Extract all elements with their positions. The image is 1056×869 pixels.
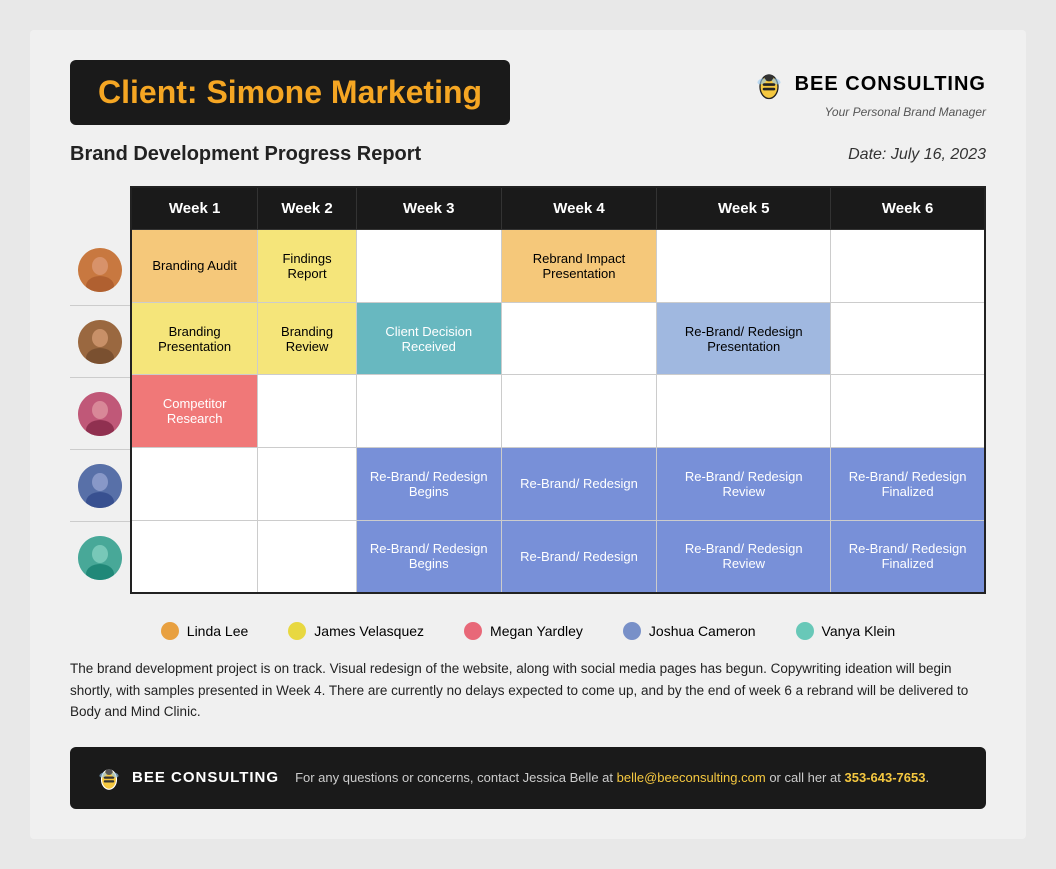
footer-contact-text: For any questions or concerns, contact J… [295, 770, 929, 785]
col-week3: Week 3 [356, 187, 501, 230]
legend-item-3: Megan Yardley [464, 622, 583, 640]
date-label: Date: July 16, 2023 [848, 146, 986, 164]
avatar-cell-1 [70, 234, 130, 306]
legend-dot-2 [288, 622, 306, 640]
description: The brand development project is on trac… [70, 658, 986, 723]
col-week5: Week 5 [657, 187, 831, 230]
cell-r5c4: Re-Brand/ Redesign [501, 520, 657, 593]
table-row: Competitor Research [131, 375, 985, 448]
legend-row: Linda Lee James Velasquez Megan Yardley … [70, 622, 986, 640]
avatar-4 [78, 464, 122, 508]
cell-r1c2: Findings Report [258, 230, 357, 303]
cell-r2c6 [831, 302, 985, 375]
avatar-cell-5 [70, 522, 130, 594]
footer-brand-name: BEE CONSULTING [132, 769, 279, 786]
cell-r3c3 [356, 375, 501, 448]
table-row: Re-Brand/ Redesign Begins Re-Brand/ Rede… [131, 448, 985, 521]
footer-phone: 353-643-7653 [844, 770, 925, 785]
brand-logo: BEE CONSULTING Your Personal Brand Manag… [751, 67, 986, 119]
client-prefix: Client: [98, 74, 198, 110]
cell-r3c2 [258, 375, 357, 448]
cell-r3c6 [831, 375, 985, 448]
cell-r1c4: Rebrand Impact Presentation [501, 230, 657, 303]
legend-item-1: Linda Lee [161, 622, 249, 640]
cell-r5c1 [131, 520, 258, 593]
legend-dot-3 [464, 622, 482, 640]
cell-r2c5: Re-Brand/ Redesign Presentation [657, 302, 831, 375]
cell-r4c6: Re-Brand/ Redesign Finalized [831, 448, 985, 521]
table-row: Branding Presentation Branding Review Cl… [131, 302, 985, 375]
client-name: Simone Marketing [206, 74, 482, 110]
cell-r1c3 [356, 230, 501, 303]
report-subtitle: Brand Development Progress Report [70, 143, 421, 166]
table-row: Re-Brand/ Redesign Begins Re-Brand/ Rede… [131, 520, 985, 593]
header-row: Client: Simone Marketing BEE CONSULTING … [70, 60, 986, 125]
cell-r4c1 [131, 448, 258, 521]
cell-r4c3: Re-Brand/ Redesign Begins [356, 448, 501, 521]
schedule-table: Week 1 Week 2 Week 3 Week 4 Week 5 Week … [130, 186, 986, 594]
legend-item-4: Joshua Cameron [623, 622, 756, 640]
cell-r2c1: Branding Presentation [131, 302, 258, 375]
client-title: Client: Simone Marketing [70, 60, 510, 125]
table-section: Week 1 Week 2 Week 3 Week 4 Week 5 Week … [70, 186, 986, 594]
footer: BEE CONSULTING For any questions or conc… [70, 747, 986, 809]
legend-name-3: Megan Yardley [490, 623, 583, 639]
avatar-5 [78, 536, 122, 580]
table-header-row: Week 1 Week 2 Week 3 Week 4 Week 5 Week … [131, 187, 985, 230]
brand-logo-inner: BEE CONSULTING [751, 67, 986, 103]
footer-email[interactable]: belle@beeconsulting.com [617, 770, 766, 785]
legend-name-1: Linda Lee [187, 623, 249, 639]
footer-bee-icon [94, 763, 124, 793]
cell-r3c5 [657, 375, 831, 448]
avatar-spacer [70, 186, 130, 234]
legend-name-2: James Velasquez [314, 623, 424, 639]
col-week2: Week 2 [258, 187, 357, 230]
cell-r4c5: Re-Brand/ Redesign Review [657, 448, 831, 521]
col-week6: Week 6 [831, 187, 985, 230]
legend-item-5: Vanya Klein [796, 622, 896, 640]
avatar-cell-3 [70, 378, 130, 450]
brand-tagline: Your Personal Brand Manager [825, 105, 986, 119]
brand-name: BEE CONSULTING [795, 73, 986, 96]
cell-r2c4 [501, 302, 657, 375]
table-row: Branding Audit Findings Report Rebrand I… [131, 230, 985, 303]
avatar-cell-2 [70, 306, 130, 378]
avatar-2 [78, 320, 122, 364]
cell-r5c6: Re-Brand/ Redesign Finalized [831, 520, 985, 593]
cell-r2c3: Client Decision Received [356, 302, 501, 375]
footer-logo: BEE CONSULTING [94, 763, 279, 793]
cell-r1c5 [657, 230, 831, 303]
legend-name-5: Vanya Klein [822, 623, 896, 639]
cell-r4c2 [258, 448, 357, 521]
cell-r5c3: Re-Brand/ Redesign Begins [356, 520, 501, 593]
cell-r1c6 [831, 230, 985, 303]
cell-r1c1: Branding Audit [131, 230, 258, 303]
legend-dot-1 [161, 622, 179, 640]
col-week1: Week 1 [131, 187, 258, 230]
cell-r5c5: Re-Brand/ Redesign Review [657, 520, 831, 593]
cell-r4c4: Re-Brand/ Redesign [501, 448, 657, 521]
subtitle-row: Brand Development Progress Report Date: … [70, 143, 986, 166]
legend-dot-4 [623, 622, 641, 640]
cell-r5c2 [258, 520, 357, 593]
legend-item-2: James Velasquez [288, 622, 424, 640]
avatar-column [70, 186, 130, 594]
page: Client: Simone Marketing BEE CONSULTING … [30, 30, 1026, 839]
bee-icon [751, 67, 787, 103]
legend-name-4: Joshua Cameron [649, 623, 756, 639]
cell-r3c4 [501, 375, 657, 448]
cell-r3c1: Competitor Research [131, 375, 258, 448]
avatar-cell-4 [70, 450, 130, 522]
col-week4: Week 4 [501, 187, 657, 230]
avatar-1 [78, 248, 122, 292]
avatar-3 [78, 392, 122, 436]
legend-dot-5 [796, 622, 814, 640]
cell-r2c2: Branding Review [258, 302, 357, 375]
